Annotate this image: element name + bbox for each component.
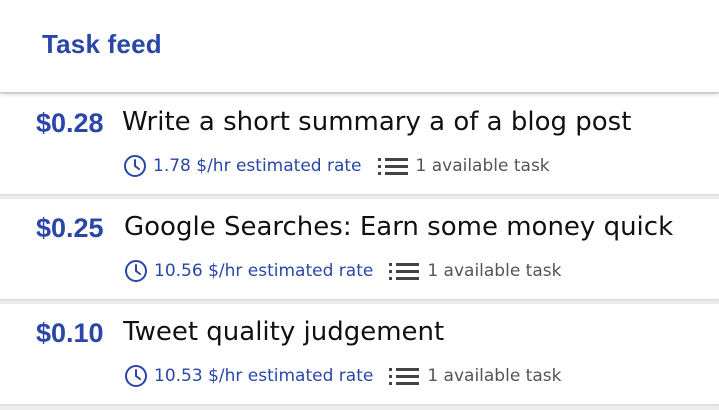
list-icon xyxy=(377,158,408,175)
estimated-rate: 10.56 $/hr estimated rate xyxy=(154,261,374,281)
task-feed-list: $0.28 Write a short summary a of a blog … xyxy=(0,92,719,404)
list-icon xyxy=(389,368,420,385)
available-tasks: 1 available task xyxy=(427,261,562,281)
task-price: $0.28 xyxy=(36,108,104,138)
task-price: $0.10 xyxy=(36,318,104,348)
clock-icon xyxy=(125,365,147,387)
estimated-rate: 10.53 $/hr estimated rate xyxy=(154,366,374,386)
clock-icon xyxy=(124,155,146,177)
task-meta: 10.53 $/hr estimated rate 1 available ta… xyxy=(124,364,561,388)
task-meta: 10.56 $/hr estimated rate 1 available ta… xyxy=(124,259,561,283)
task-meta: 1.78 $/hr estimated rate 1 available tas… xyxy=(123,154,550,178)
task-card[interactable]: $0.10 Tweet quality judgement 10.53 $/hr… xyxy=(0,304,719,404)
list-icon xyxy=(389,263,420,280)
page-title: Task feed xyxy=(42,29,162,59)
task-title: Write a short summary a of a blog post xyxy=(122,107,632,137)
clock-icon xyxy=(125,260,147,282)
app-header: Task feed xyxy=(0,0,719,92)
task-card[interactable]: $0.25 Google Searches: Earn some money q… xyxy=(0,199,719,299)
estimated-rate: 1.78 $/hr estimated rate xyxy=(153,156,362,176)
task-card[interactable]: $0.28 Write a short summary a of a blog … xyxy=(0,94,719,194)
task-price: $0.25 xyxy=(36,213,104,243)
task-title: Google Searches: Earn some money quick xyxy=(124,212,674,242)
available-tasks: 1 available task xyxy=(415,156,550,176)
task-title: Tweet quality judgement xyxy=(123,317,445,347)
available-tasks: 1 available task xyxy=(427,366,562,386)
